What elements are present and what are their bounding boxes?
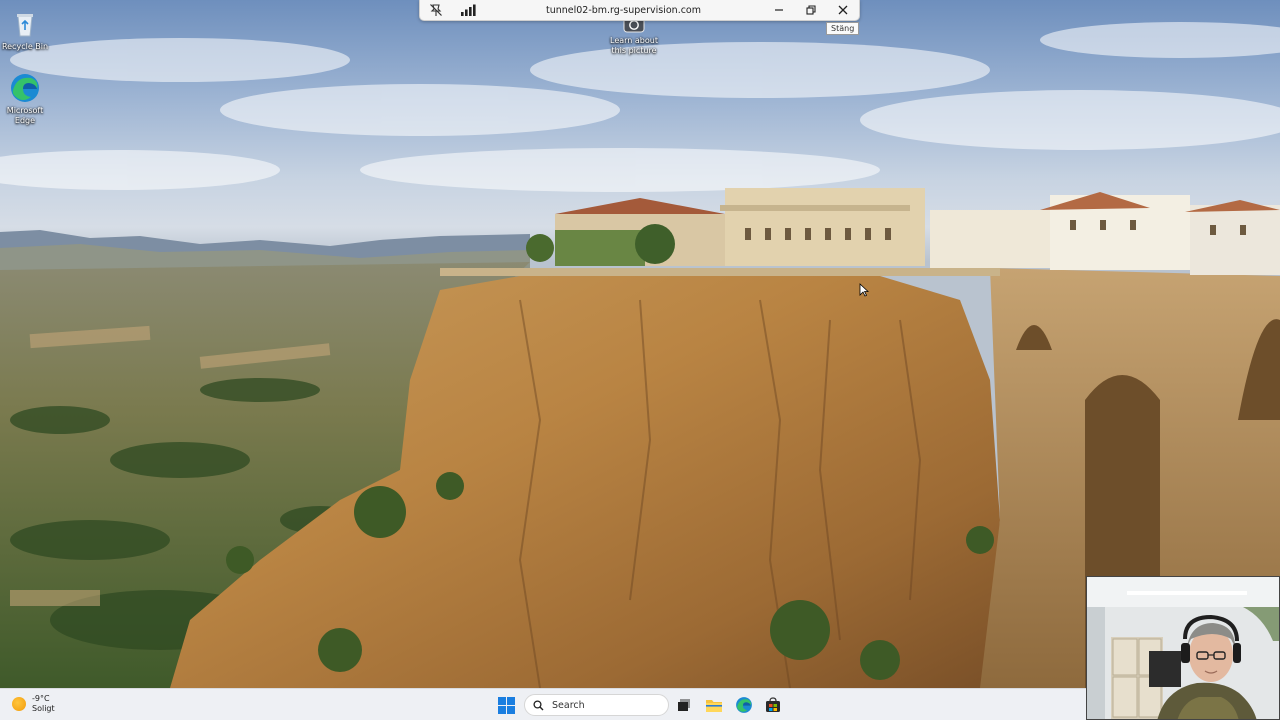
search-placeholder: Search (552, 699, 585, 711)
recycle-bin-label: Recycle Bin (1, 42, 49, 51)
remote-session-toolbar: tunnel02-bm.rg-supervision.com (419, 0, 860, 21)
taskbar-search[interactable]: Search (524, 694, 669, 716)
mouse-cursor-icon (859, 282, 870, 301)
edge-label: Microsoft Edge (6, 106, 44, 125)
webcam-overlay (1086, 576, 1280, 720)
close-tooltip: Stäng (826, 22, 860, 35)
remote-session-title: tunnel02-bm.rg-supervision.com (545, 4, 702, 16)
weather-temperature: -9°C (32, 694, 50, 703)
minimize-icon (775, 9, 783, 11)
minimize-button[interactable] (763, 0, 795, 21)
task-view-icon[interactable] (674, 695, 694, 715)
no-pin-icon[interactable] (420, 0, 452, 21)
close-button[interactable] (827, 0, 859, 21)
learn-about-picture-label: Learn about this picture (610, 36, 658, 55)
webcam-person-image (1087, 577, 1279, 719)
recycle-bin-shortcut[interactable]: Recycle Bin (0, 8, 50, 52)
restore-button[interactable] (795, 0, 827, 21)
edge-icon (9, 72, 41, 104)
close-icon (838, 5, 848, 15)
restore-icon (806, 5, 816, 15)
weather-widget[interactable]: -9°C Soligt (12, 694, 55, 714)
edge-icon[interactable] (734, 695, 754, 715)
edge-shortcut[interactable]: Microsoft Edge (0, 72, 50, 126)
search-icon (533, 699, 544, 710)
sun-icon (12, 697, 26, 711)
signal-bars-icon[interactable] (452, 0, 484, 21)
windows-start-icon[interactable] (498, 697, 515, 714)
weather-condition: Soligt (32, 704, 55, 713)
file-explorer-icon[interactable] (704, 695, 724, 715)
store-icon[interactable] (763, 695, 783, 715)
recycle-bin-icon (9, 8, 41, 40)
